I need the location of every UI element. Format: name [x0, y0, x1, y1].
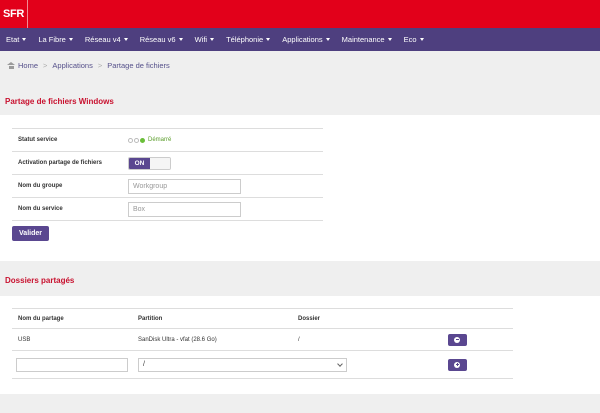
column-folder: Dossier — [298, 315, 321, 322]
table-row: USB SanDisk Ultra - vfat (28.6 Go) / — [12, 329, 513, 351]
file-sharing-toggle[interactable]: ON — [128, 156, 171, 170]
windows-share-title: Partage de fichiers Windows — [5, 97, 114, 106]
plus-icon — [454, 361, 460, 368]
nav-item-eco[interactable]: Eco — [404, 35, 424, 44]
activation-label: Activation partage de fichiers — [18, 160, 103, 166]
breadcrumb-separator: > — [43, 61, 48, 70]
breadcrumb-home[interactable]: Home — [18, 61, 38, 70]
partition-cell: SanDisk Ultra - vfat (28.6 Go) — [138, 336, 217, 343]
caret-down-icon — [387, 38, 392, 41]
caret-down-icon — [123, 38, 128, 41]
nav-item-wifi[interactable]: Wifi — [195, 35, 215, 44]
caret-down-icon — [178, 38, 183, 41]
group-label: Nom du groupe — [18, 183, 63, 189]
minus-icon — [454, 336, 460, 343]
caret-down-icon — [68, 38, 73, 41]
breadcrumb-current: Partage de fichiers — [107, 61, 170, 70]
folder-cell: / — [298, 336, 300, 343]
share-name-cell: USB — [18, 336, 31, 343]
home-icon[interactable] — [7, 62, 15, 69]
nav-item-reseau-v6[interactable]: Réseau v6 — [140, 35, 183, 44]
caret-down-icon — [22, 38, 27, 41]
service-name-input[interactable] — [128, 201, 241, 217]
breadcrumb: Home > Applications > Partage de fichier… — [0, 57, 600, 74]
partition-select[interactable]: / — [138, 357, 347, 372]
shared-folders-table: Nom du partage Partition Dossier USB San… — [12, 308, 513, 379]
partition-select-value: / — [143, 361, 145, 368]
status-label: Statut service — [18, 137, 58, 143]
nav-item-reseau-v4[interactable]: Réseau v4 — [85, 35, 128, 44]
status-indicator-icon — [128, 137, 146, 143]
caret-down-icon — [419, 38, 424, 41]
sfr-logo[interactable]: SFR — [0, 0, 28, 28]
new-share-name-input[interactable] — [16, 357, 128, 372]
add-share-button[interactable] — [447, 358, 467, 371]
toggle-on-label: ON — [129, 157, 150, 169]
remove-share-button[interactable] — [447, 333, 467, 346]
new-share-row: / — [12, 351, 513, 379]
valider-button[interactable]: Valider — [12, 226, 49, 241]
breadcrumb-separator: > — [97, 61, 103, 70]
nav-item-maintenance[interactable]: Maintenance — [342, 35, 392, 44]
breadcrumb-applications[interactable]: Applications — [52, 61, 92, 70]
chevron-down-icon — [337, 360, 343, 367]
nav-item-la-fibre[interactable]: La Fibre — [38, 35, 73, 44]
table-header: Nom du partage Partition Dossier — [12, 308, 513, 329]
column-share-name: Nom du partage — [18, 315, 64, 322]
service-row: Nom du service — [12, 198, 323, 221]
caret-down-icon — [266, 38, 271, 41]
group-row: Nom du groupe — [12, 175, 323, 198]
status-value: Démarré — [148, 137, 172, 143]
nav-item-etat[interactable]: Etat — [6, 35, 27, 44]
top-header-bar: SFR — [0, 0, 600, 28]
activation-row: Activation partage de fichiers ON — [12, 152, 323, 175]
windows-share-form: Statut service Démarré Activation partag… — [12, 128, 323, 221]
caret-down-icon — [210, 38, 215, 41]
status-row: Statut service Démarré — [12, 129, 323, 152]
nav-item-applications[interactable]: Applications — [282, 35, 330, 44]
shared-folders-title: Dossiers partagés — [5, 276, 75, 285]
group-name-input[interactable] — [128, 178, 241, 194]
main-navigation: Etat La Fibre Réseau v4 Réseau v6 Wifi T… — [0, 28, 600, 51]
nav-item-telephonie[interactable]: Téléphonie — [226, 35, 271, 44]
caret-down-icon — [325, 38, 330, 41]
toggle-off-side — [150, 157, 170, 169]
column-partition: Partition — [138, 315, 163, 322]
service-label: Nom du service — [18, 206, 63, 212]
